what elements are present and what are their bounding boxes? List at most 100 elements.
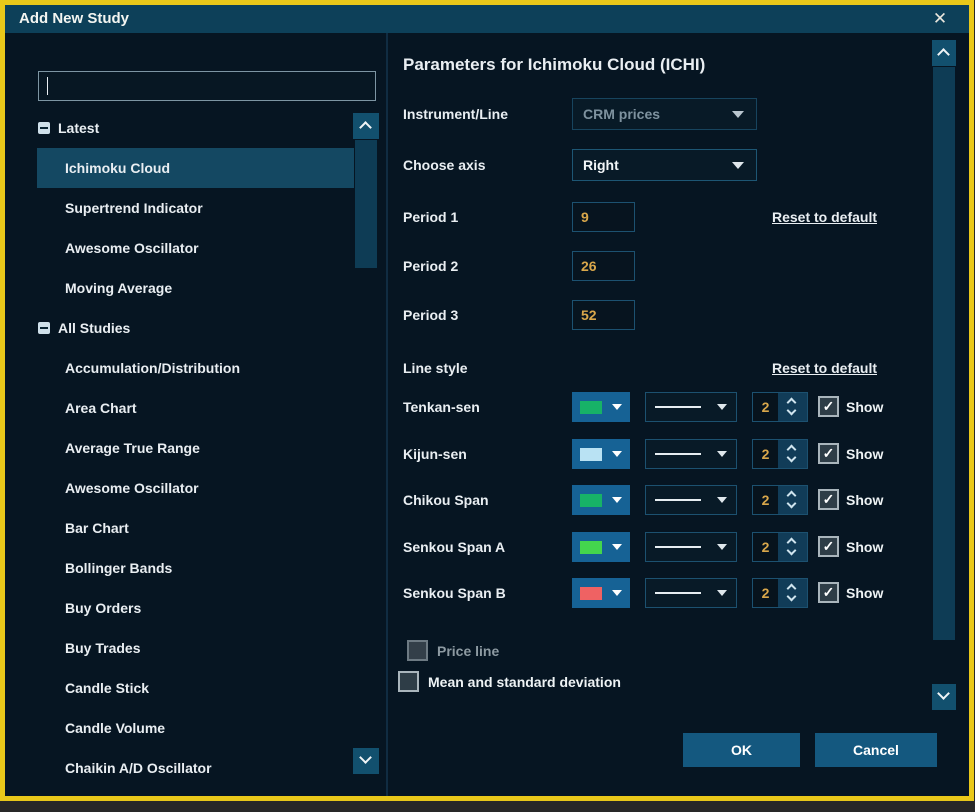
line-width-value: 2 [753, 440, 778, 468]
line-pattern-dropdown[interactable] [645, 392, 737, 422]
params-scroll-up-button[interactable] [932, 40, 956, 66]
tree-item-label: Supertrend Indicator [37, 200, 203, 216]
tree-item-bollinger-bands[interactable]: Bollinger Bands [37, 548, 354, 588]
list-scroll-up-button[interactable] [353, 113, 379, 139]
show-label: Show [846, 532, 883, 562]
tree-item-average-true-range[interactable]: Average True Range [37, 428, 354, 468]
tree-item-label: Awesome Oscillator [37, 240, 199, 256]
show-checkbox[interactable]: ✓ [818, 582, 839, 603]
spinner-down-icon[interactable] [787, 499, 797, 509]
tree-item-label: Buy Trades [37, 640, 140, 656]
show-checkbox[interactable]: ✓ [818, 396, 839, 417]
reset-periods-link[interactable]: Reset to default [772, 202, 877, 232]
color-picker-dropdown[interactable] [572, 392, 630, 422]
dialog-title: Add New Study [19, 5, 129, 33]
period1-label: Period 1 [403, 202, 458, 232]
params-scroll-down-button[interactable] [932, 684, 956, 710]
axis-label: Choose axis [403, 150, 485, 180]
tree-item-bar-chart[interactable]: Bar Chart [37, 508, 354, 548]
color-picker-dropdown[interactable] [572, 439, 630, 469]
tree-item-label: Bar Chart [37, 520, 129, 536]
list-scroll-down-button[interactable] [353, 748, 379, 774]
spinner-buttons[interactable] [778, 533, 807, 561]
tree-item-area-chart[interactable]: Area Chart [37, 388, 354, 428]
cancel-button[interactable]: Cancel [815, 733, 937, 767]
close-icon[interactable]: ✕ [925, 5, 955, 33]
tree-item-chaikin-a-d-oscillator[interactable]: Chaikin A/D Oscillator [37, 748, 354, 788]
tree-item-ichimoku-cloud[interactable]: Ichimoku Cloud [37, 148, 354, 188]
solid-line-icon [655, 499, 701, 501]
axis-dropdown[interactable]: Right [572, 149, 757, 181]
price-line-label: Price line [437, 640, 499, 662]
line-width-spinner[interactable]: 2 [752, 532, 808, 562]
period1-input[interactable]: 9 [572, 202, 635, 232]
tree-group-all-studies[interactable]: All Studies [37, 308, 354, 348]
period2-label: Period 2 [403, 251, 458, 281]
collapse-minus-icon[interactable] [38, 322, 50, 334]
line-pattern-dropdown[interactable] [645, 485, 737, 515]
spinner-down-icon[interactable] [787, 546, 797, 556]
dropdown-arrow-icon [612, 404, 622, 410]
tree-item-label: Moving Average [37, 280, 172, 296]
tree-item-awesome-oscillator[interactable]: Awesome Oscillator [37, 228, 354, 268]
color-swatch [580, 494, 602, 507]
spinner-down-icon[interactable] [787, 406, 797, 416]
params-scrollbar-thumb[interactable] [933, 67, 955, 640]
tree-item-candle-volume[interactable]: Candle Volume [37, 708, 354, 748]
dropdown-arrow-icon [612, 497, 622, 503]
spinner-buttons[interactable] [778, 579, 807, 607]
line-width-value: 2 [753, 486, 778, 514]
tree-item-label: Area Chart [37, 400, 137, 416]
reset-line-style-link[interactable]: Reset to default [772, 353, 877, 383]
tree-item-label: Candle Volume [37, 720, 165, 736]
tree-item-awesome-oscillator[interactable]: Awesome Oscillator [37, 468, 354, 508]
price-line-checkbox [407, 640, 428, 661]
ok-button[interactable]: OK [683, 733, 800, 767]
show-checkbox[interactable]: ✓ [818, 536, 839, 557]
tree-item-accumulation-distribution[interactable]: Accumulation/Distribution [37, 348, 354, 388]
line-pattern-dropdown[interactable] [645, 532, 737, 562]
dialog-titlebar[interactable]: Add New Study ✕ [5, 5, 969, 33]
tree-item-supertrend-indicator[interactable]: Supertrend Indicator [37, 188, 354, 228]
check-icon: ✓ [823, 445, 835, 461]
tree-group-label: All Studies [58, 320, 130, 336]
spinner-down-icon[interactable] [787, 592, 797, 602]
show-checkbox[interactable]: ✓ [818, 489, 839, 510]
line-width-spinner[interactable]: 2 [752, 578, 808, 608]
tree-item-candle-stick[interactable]: Candle Stick [37, 668, 354, 708]
color-picker-dropdown[interactable] [572, 532, 630, 562]
spinner-buttons[interactable] [778, 486, 807, 514]
axis-value: Right [583, 150, 619, 180]
period2-input[interactable]: 26 [572, 251, 635, 281]
mean-std-checkbox[interactable] [398, 671, 419, 692]
instrument-dropdown[interactable]: CRM prices [572, 98, 757, 130]
line-style-row: Senkou Span B2✓Show [388, 578, 969, 608]
instrument-label: Instrument/Line [403, 99, 508, 129]
spinner-buttons[interactable] [778, 440, 807, 468]
spinner-down-icon[interactable] [787, 453, 797, 463]
spinner-buttons[interactable] [778, 393, 807, 421]
study-list-panel: LatestIchimoku Cloud Supertrend Indicator… [5, 33, 386, 796]
tree-item-buy-trades[interactable]: Buy Trades [37, 628, 354, 668]
line-style-row: Senkou Span A2✓Show [388, 532, 969, 562]
color-picker-dropdown[interactable] [572, 485, 630, 515]
tree-item-buy-orders[interactable]: Buy Orders [37, 588, 354, 628]
chevron-up-icon [937, 48, 950, 61]
search-input[interactable] [38, 71, 376, 101]
show-checkbox[interactable]: ✓ [818, 443, 839, 464]
line-pattern-dropdown[interactable] [645, 578, 737, 608]
line-width-value: 2 [753, 533, 778, 561]
tree-item-moving-average[interactable]: Moving Average [37, 268, 354, 308]
tree-group-latest[interactable]: Latest [37, 108, 354, 148]
line-pattern-dropdown[interactable] [645, 439, 737, 469]
dropdown-arrow-icon [732, 162, 744, 169]
line-width-spinner[interactable]: 2 [752, 485, 808, 515]
chevron-down-icon [359, 751, 372, 764]
line-width-spinner[interactable]: 2 [752, 439, 808, 469]
collapse-minus-icon[interactable] [38, 122, 50, 134]
line-width-spinner[interactable]: 2 [752, 392, 808, 422]
period3-input[interactable]: 52 [572, 300, 635, 330]
list-scrollbar-thumb[interactable] [355, 140, 377, 268]
check-icon: ✓ [823, 538, 835, 554]
color-picker-dropdown[interactable] [572, 578, 630, 608]
